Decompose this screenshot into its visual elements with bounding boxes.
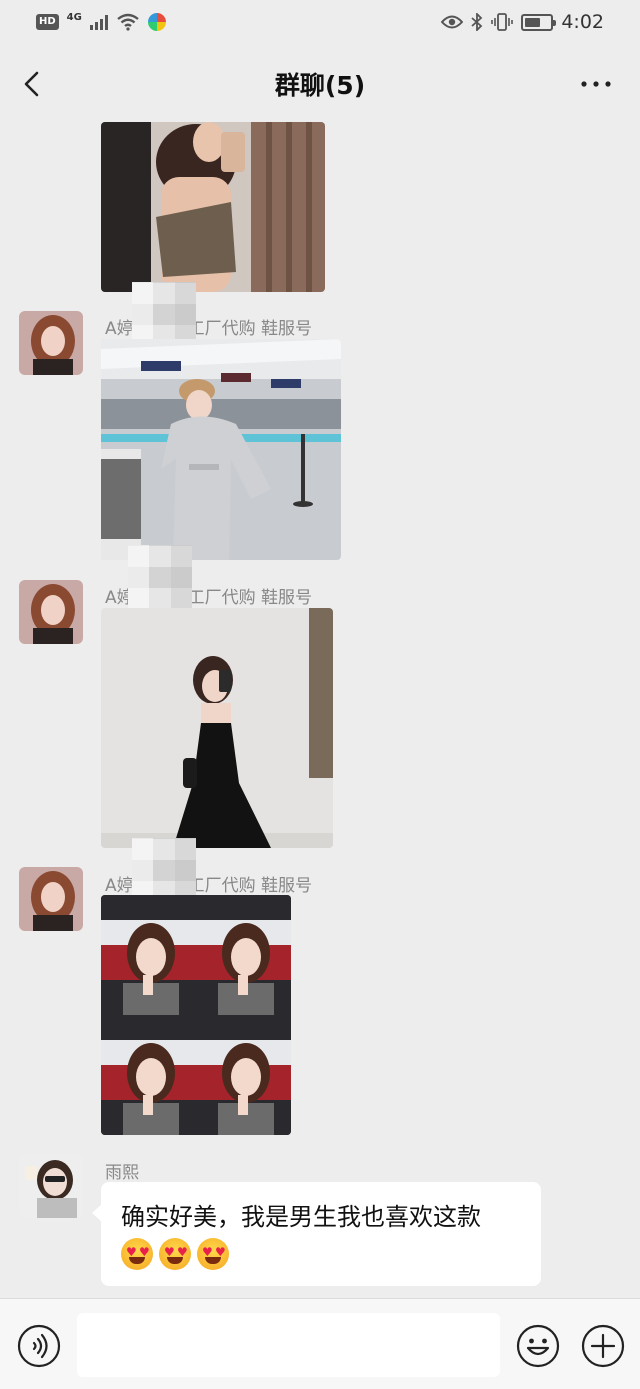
chat-image[interactable] [101,608,333,848]
wifi-icon [117,13,139,31]
app-icon [147,13,166,31]
hd-badge: HD [36,14,59,30]
message-input[interactable] [77,1313,500,1377]
heart-eyes-emoji: ♥ ♥ [121,1238,153,1270]
censor-mosaic [132,838,196,902]
vibrate-icon [491,13,514,31]
avatar-photo [19,311,83,375]
signal-icon [89,14,108,30]
sender-name: 雨熙 [105,1163,139,1183]
avatar-photo [19,867,83,931]
chat-image[interactable] [101,895,291,1135]
avatar-photo [19,580,83,644]
emoji-icon[interactable] [516,1324,560,1368]
battery-icon [521,13,557,31]
chat-image[interactable] [101,339,341,560]
avatar-photo [19,1154,83,1218]
voice-icon[interactable] [17,1324,61,1368]
censor-mosaic [128,545,192,609]
network-type: 4G [66,11,82,23]
photo-mirror-selfie [101,122,325,292]
eye-icon [441,15,464,29]
message-bubble[interactable]: 确实好美，我是男生我也喜欢这款 ♥ ♥ ♥ ♥ ♥ ♥ [92,1182,541,1286]
heart-eyes-emoji: ♥ ♥ [197,1238,229,1270]
photo-selfie-collage [101,895,291,1135]
input-bar [0,1298,640,1389]
status-bar-left: HD 4G [36,11,166,31]
plus-icon[interactable] [581,1324,625,1368]
emoji-row: ♥ ♥ ♥ ♥ ♥ ♥ [121,1238,521,1270]
title-bar: 群聊(5) [0,44,640,124]
heart-eyes-emoji: ♥ ♥ [159,1238,191,1270]
status-bar-right: 4:02 [441,11,604,33]
more-dots-icon[interactable] [580,72,612,96]
chat-image[interactable] [101,122,325,292]
censor-mosaic [132,282,196,346]
bluetooth-icon [471,13,483,31]
chevron-left-icon[interactable] [18,66,48,102]
avatar[interactable] [19,867,83,931]
avatar[interactable] [19,311,83,375]
photo-airport-outfit [101,339,341,560]
status-bar: HD 4G 4:02 [0,0,640,44]
avatar[interactable] [19,1154,83,1218]
status-time: 4:02 [561,11,604,33]
page-title: 群聊(5) [274,71,366,100]
message-text: 确实好美，我是男生我也喜欢这款 [121,1203,481,1231]
photo-black-dress [101,608,333,848]
avatar[interactable] [19,580,83,644]
battery-level [525,17,540,27]
